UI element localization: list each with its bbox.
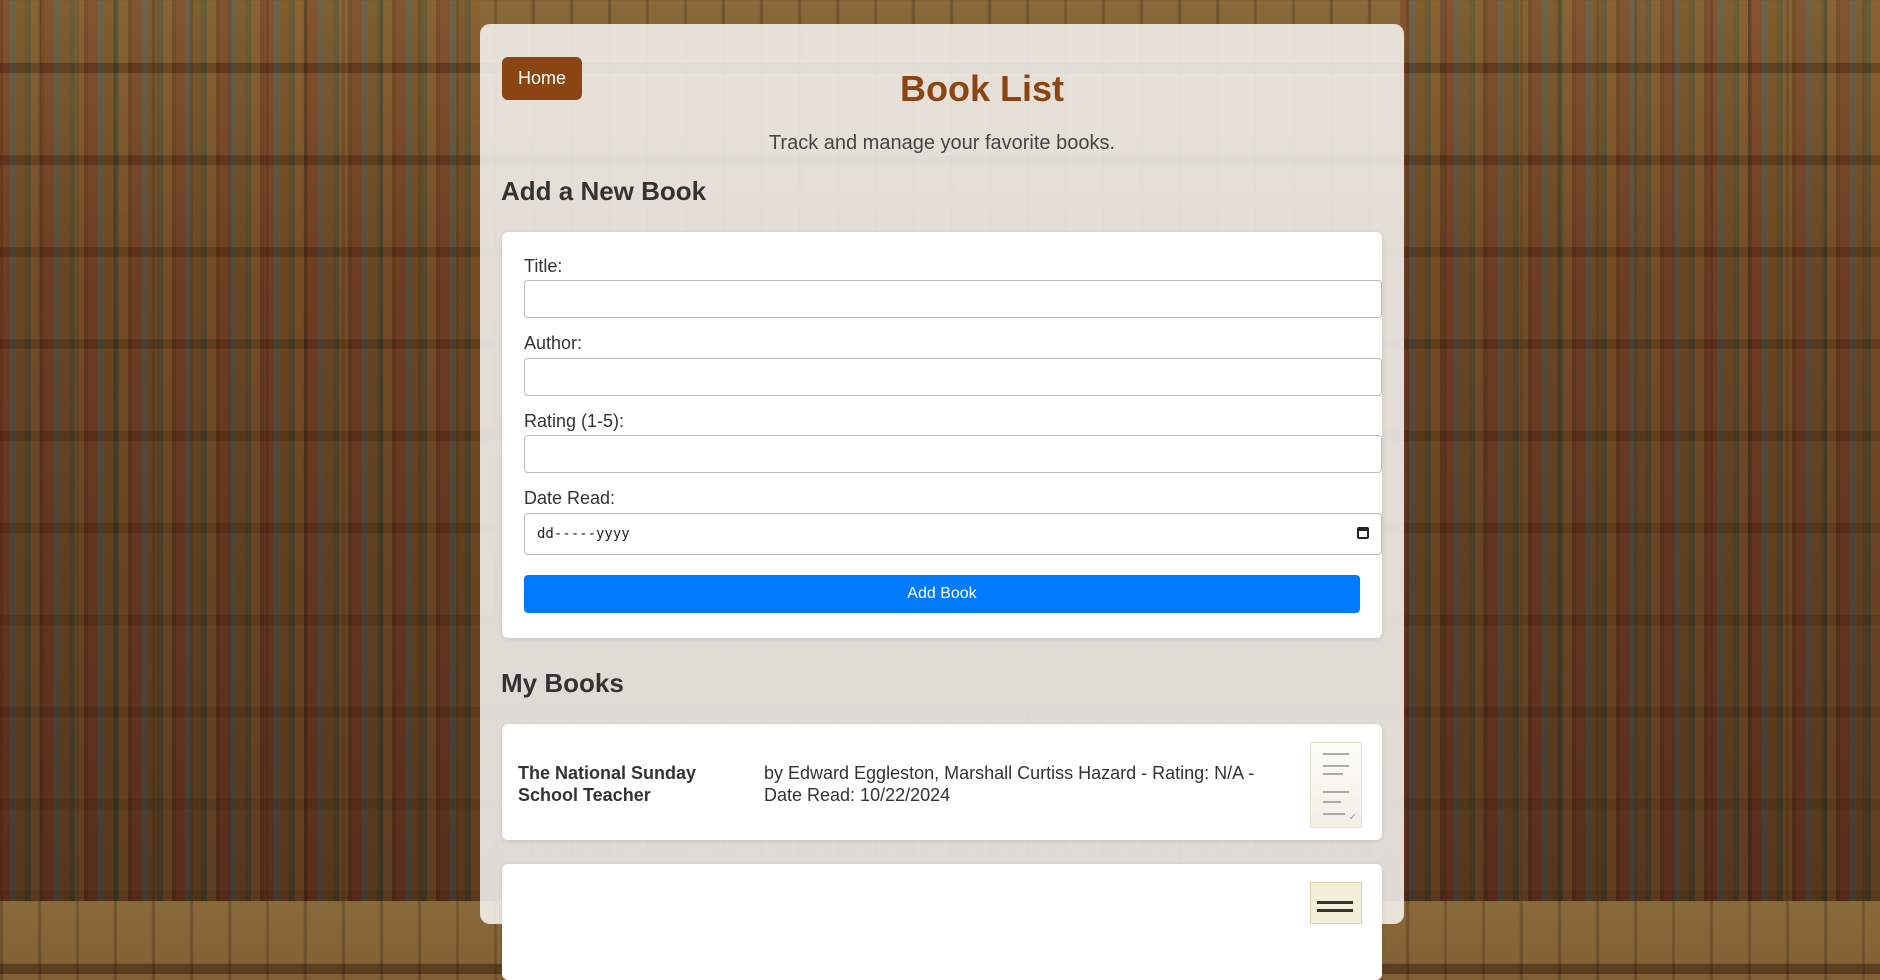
book-cover-thumbnail — [1310, 882, 1362, 924]
title-label: Title: — [524, 256, 563, 276]
date-read-input[interactable]: dd-----yyyy — [524, 513, 1382, 555]
page-title: Book List — [899, 68, 1064, 109]
book-details: by Edward Eggleston, Marshall Curtiss Ha… — [764, 763, 1255, 805]
book-title: The National Sunday School Teacher — [518, 763, 697, 805]
background-bookshelf-right — [1400, 0, 1880, 901]
my-books-heading: My Books — [501, 668, 624, 698]
title-input[interactable] — [524, 280, 1382, 318]
rating-label: Rating (1-5): — [524, 411, 625, 431]
book-list-item: The National Sunday School Teacher by Ed… — [502, 724, 1382, 840]
add-book-heading: Add a New Book — [501, 176, 707, 206]
author-input[interactable] — [524, 358, 1382, 396]
book-list-item — [502, 864, 1382, 980]
rating-input[interactable] — [524, 435, 1382, 473]
date-read-label: Date Read: — [524, 488, 616, 508]
date-placeholder: dd-----yyyy — [537, 526, 630, 542]
book-cover-thumbnail: ✓ — [1310, 742, 1362, 828]
add-book-form: Title: Author: Rating (1-5): Date Read: … — [502, 232, 1382, 638]
author-label: Author: — [524, 333, 583, 353]
main-panel: Home Book List Track and manage your fav… — [480, 24, 1404, 980]
checkmark-icon: ✓ — [1348, 812, 1357, 823]
calendar-icon[interactable] — [1357, 527, 1369, 539]
add-book-button[interactable]: Add Book — [524, 575, 1360, 613]
background-bookshelf-left — [0, 0, 480, 901]
page-subtitle: Track and manage your favorite books. — [768, 132, 1116, 154]
